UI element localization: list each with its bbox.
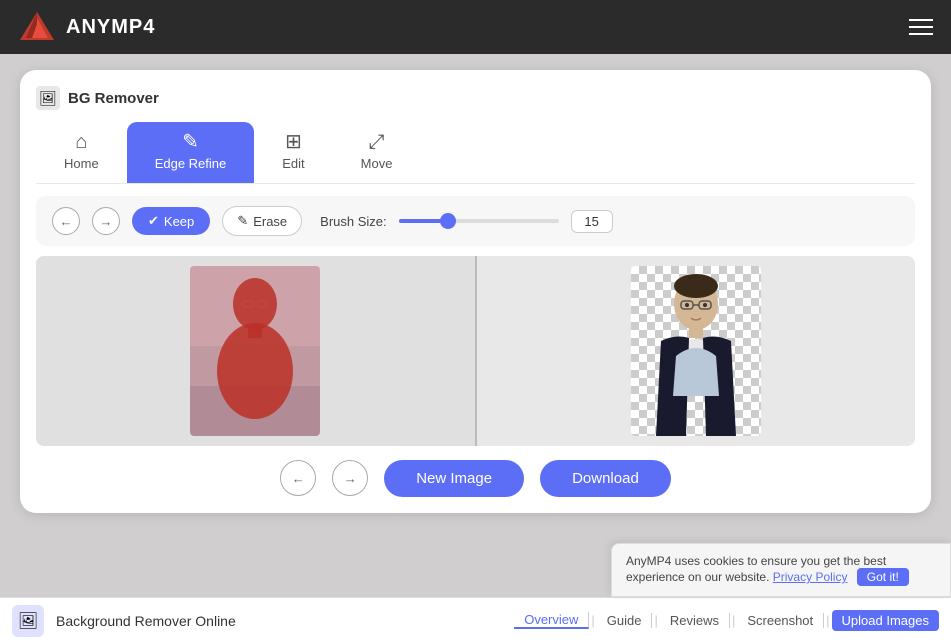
bottom-bar: 🖼 Background Remover Online Overview | G… <box>0 597 951 643</box>
original-person-svg <box>190 266 320 436</box>
logo-text: ANYMP4 <box>66 16 155 39</box>
tab-edit[interactable]: ⊞ Edit <box>254 122 332 183</box>
original-image <box>190 266 320 436</box>
keep-label: Keep <box>164 214 194 229</box>
bottom-bar-icon: 🖼 <box>12 605 44 637</box>
tab-move[interactable]: ⤢ Move <box>333 122 421 183</box>
brush-size-value: 15 <box>571 210 613 233</box>
nav-guide[interactable]: Guide <box>597 613 653 628</box>
undo-button[interactable]: ← <box>52 207 80 235</box>
privacy-policy-link[interactable]: Privacy Policy <box>773 570 848 584</box>
logo-icon <box>18 8 56 46</box>
cookie-banner: AnyMP4 uses cookies to ensure you get th… <box>611 543 951 597</box>
nav-screenshot[interactable]: Screenshot <box>737 613 824 628</box>
bg-remover-card: 🖼 BG Remover ⌂ Home ✎ Edge Refine ⊞ Edit… <box>20 70 931 513</box>
tab-edge-refine-label: Edge Refine <box>155 156 227 171</box>
result-image <box>631 266 761 436</box>
keep-button[interactable]: ✔ Keep <box>132 207 210 235</box>
download-button[interactable]: Download <box>540 460 671 497</box>
logo-area: ANYMP4 <box>18 8 155 46</box>
erase-label: Erase <box>253 214 287 229</box>
images-row <box>36 256 915 446</box>
card-title: BG Remover <box>68 90 159 107</box>
main-area: 🖼 BG Remover ⌂ Home ✎ Edge Refine ⊞ Edit… <box>0 54 951 521</box>
cookie-text: AnyMP4 uses cookies to ensure you get th… <box>626 554 886 584</box>
toolbar: ← → ✔ Keep ✎ Erase Brush Size: 15 <box>36 196 915 246</box>
redo-button[interactable]: → <box>92 207 120 235</box>
tab-home[interactable]: ⌂ Home <box>36 122 127 183</box>
tab-move-label: Move <box>361 156 393 171</box>
edge-refine-icon: ✎ <box>182 132 199 152</box>
hamburger-menu[interactable] <box>909 19 933 35</box>
got-it-button[interactable]: Got it! <box>857 568 909 586</box>
bottom-bar-title: Background Remover Online <box>56 613 236 629</box>
new-image-button[interactable]: New Image <box>384 460 524 497</box>
top-navigation: ANYMP4 <box>0 0 951 54</box>
card-icon: 🖼 <box>36 86 60 110</box>
erase-icon: ✎ <box>237 213 248 229</box>
tabs-row: ⌂ Home ✎ Edge Refine ⊞ Edit ⤢ Move <box>36 122 915 184</box>
brush-size-slider[interactable] <box>399 219 559 223</box>
bottom-nav-links: Overview | Guide | Reviews | Screenshot … <box>514 610 939 631</box>
home-icon: ⌂ <box>75 132 87 152</box>
bottom-buttons-row: ← → New Image Download <box>36 460 915 497</box>
tab-edit-label: Edit <box>282 156 304 171</box>
tab-edge-refine[interactable]: ✎ Edge Refine <box>127 122 255 183</box>
prev-button[interactable]: ← <box>280 460 316 496</box>
move-icon: ⤢ <box>369 132 385 152</box>
card-title-row: 🖼 BG Remover <box>36 86 915 110</box>
result-person-svg <box>631 266 761 436</box>
nav-reviews[interactable]: Reviews <box>660 613 730 628</box>
tab-home-label: Home <box>64 156 99 171</box>
result-image-panel <box>477 256 916 446</box>
erase-button[interactable]: ✎ Erase <box>222 206 302 236</box>
edit-icon: ⊞ <box>285 132 302 152</box>
keep-icon: ✔ <box>148 213 159 229</box>
original-image-panel <box>36 256 475 446</box>
next-button[interactable]: → <box>332 460 368 496</box>
nav-overview[interactable]: Overview <box>514 612 589 629</box>
nav-upload-images[interactable]: Upload Images <box>832 610 939 631</box>
brush-size-label: Brush Size: <box>320 214 386 229</box>
